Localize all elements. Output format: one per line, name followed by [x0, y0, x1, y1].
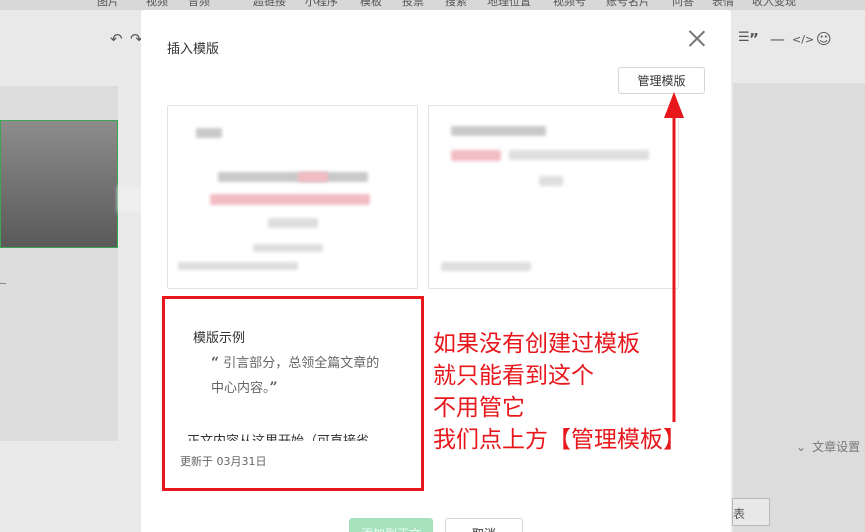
- nav-account-card[interactable]: 账号名片: [606, 0, 650, 9]
- blurred-text: [218, 172, 368, 182]
- nav-vote[interactable]: 投票: [402, 0, 424, 9]
- nav-video[interactable]: 视频: [146, 0, 168, 9]
- list-icon[interactable]: ☰: [738, 30, 750, 45]
- divider: [0, 283, 6, 284]
- annotation-line: 我们点上方【管理模板】: [433, 427, 686, 453]
- nav-image[interactable]: 图片: [97, 0, 119, 9]
- blurred-text: [178, 262, 298, 270]
- table-label: 表: [733, 507, 746, 521]
- blurred-text: [451, 150, 501, 161]
- template-card[interactable]: [428, 105, 679, 289]
- nav-miniprogram[interactable]: 小程序: [305, 0, 338, 9]
- blurred-text: [210, 194, 370, 205]
- dialog-title: 插入模版: [167, 42, 220, 57]
- nav-location[interactable]: 地理位置: [487, 0, 531, 9]
- quote-icon[interactable]: ”: [749, 30, 759, 48]
- manage-template-button[interactable]: 管理模版: [618, 67, 705, 94]
- annotation-line: 不用管它: [433, 395, 525, 421]
- blurred-text: [253, 244, 323, 252]
- nav-hyperlink[interactable]: 超链接: [253, 0, 286, 9]
- top-insert-bar: 图片 视频 音频 超链接 小程序 模板 投票 搜索 地理位置 视频号 账号名片 …: [0, 0, 865, 10]
- undo-icon[interactable]: ↶: [110, 30, 123, 48]
- emoji-icon[interactable]: ☺: [816, 30, 832, 48]
- nav-emoji[interactable]: 表情: [712, 0, 734, 9]
- highlight-box: [162, 296, 424, 491]
- divider-icon[interactable]: —: [770, 30, 785, 48]
- code-icon[interactable]: </>: [792, 33, 814, 46]
- blurred-text: [196, 128, 222, 138]
- annotation-line: 就只能看到这个: [433, 363, 594, 389]
- blurred-text: [441, 262, 531, 271]
- blurred-text: [268, 218, 318, 228]
- annotation-line: 如果没有创建过模板: [433, 331, 640, 357]
- add-to-body-button[interactable]: 添加到正文: [349, 518, 433, 532]
- nav-search[interactable]: 搜索: [445, 0, 467, 9]
- nav-audio[interactable]: 音频: [188, 0, 210, 9]
- template-card[interactable]: [167, 105, 418, 289]
- cancel-button[interactable]: 取消: [445, 518, 523, 532]
- blurred-text: [539, 176, 563, 186]
- blurred-text: [298, 172, 328, 182]
- nav-qa[interactable]: 问答: [672, 0, 694, 9]
- close-icon[interactable]: [686, 28, 708, 50]
- article-settings-label: 文章设置: [812, 440, 861, 454]
- chevron-down-icon: ⌄: [796, 440, 807, 454]
- nav-template[interactable]: 模板: [360, 0, 382, 9]
- nav-channels[interactable]: 视频号: [553, 0, 586, 9]
- nav-monetize[interactable]: 收入变现: [752, 0, 796, 9]
- right-settings-panel: [733, 83, 865, 532]
- article-settings-toggle[interactable]: ⌄ 文章设置: [796, 438, 860, 455]
- blurred-text: [509, 150, 649, 160]
- table-button[interactable]: 表: [732, 498, 770, 526]
- annotation-text: 如果没有创建过模板 就只能看到这个 不用管它 我们点上方【管理模板】: [433, 328, 686, 456]
- cover-thumbnail[interactable]: [0, 120, 118, 248]
- blurred-text: [451, 126, 546, 136]
